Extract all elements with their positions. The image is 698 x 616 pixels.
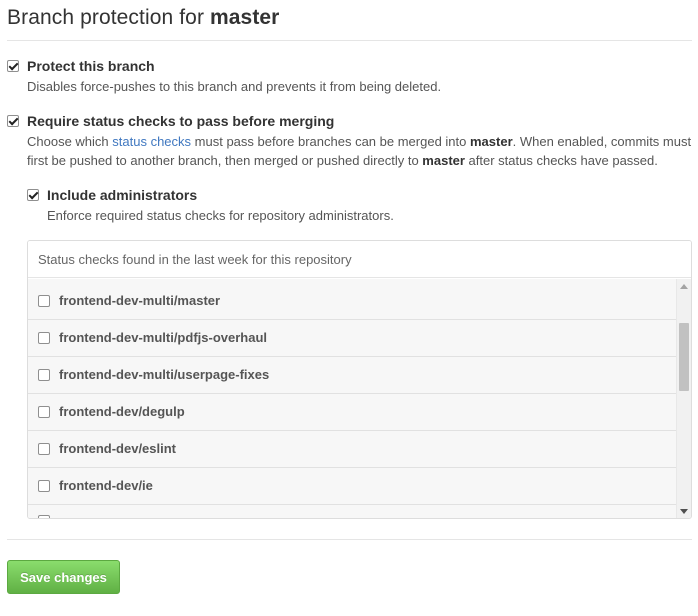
status-check-row[interactable]: frontend-dev-multi/userpage-fixes — [28, 357, 677, 394]
status-check-label: frontend-dev/eslint — [59, 441, 177, 456]
status-check-label: frontend-dev-multi/userpage-fixes — [59, 367, 270, 382]
page-title-prefix: Branch protection for — [7, 6, 205, 29]
status-check-checkbox[interactable] — [38, 443, 50, 455]
require-status-checks-description: Choose which status checks must pass bef… — [27, 132, 693, 170]
scroll-down-arrow-icon[interactable] — [680, 509, 688, 514]
desc-branch-1: master — [469, 134, 513, 149]
status-checks-link[interactable]: status checks — [112, 134, 191, 149]
desc-text-4: after status checks have passed. — [464, 153, 658, 168]
status-check-row[interactable]: frontend-dev/eslint — [28, 431, 677, 468]
status-checks-box-header: Status checks found in the last week for… — [28, 241, 691, 278]
footer-divider — [7, 539, 692, 540]
status-check-row[interactable]: frontend-dev/degulp — [28, 394, 677, 431]
status-checks-scrollbar[interactable] — [676, 279, 691, 518]
page-title: Branch protection for master — [7, 6, 279, 30]
protect-branch-label[interactable]: Protect this branch — [27, 58, 155, 74]
title-divider — [7, 40, 692, 41]
status-check-checkbox[interactable] — [38, 295, 50, 307]
include-admins-checkbox[interactable] — [27, 189, 39, 201]
desc-branch-2: master — [422, 153, 465, 168]
page-title-branch: master — [209, 6, 280, 29]
status-check-row[interactable]: frontend-dev-multi/pdfjs-overhaul — [28, 320, 677, 357]
protect-branch-checkbox[interactable] — [7, 60, 19, 72]
status-check-checkbox[interactable] — [38, 515, 50, 518]
status-check-checkbox[interactable] — [38, 480, 50, 492]
status-check-label: frontend-dev/ie — [59, 478, 153, 493]
require-status-checks-label[interactable]: Require status checks to pass before mer… — [27, 113, 334, 129]
include-admins-description: Enforce required status checks for repos… — [47, 208, 394, 223]
status-check-checkbox[interactable] — [38, 332, 50, 344]
include-admins-label[interactable]: Include administrators — [47, 187, 197, 203]
desc-text-1: Choose which — [27, 134, 113, 149]
scrollbar-thumb[interactable] — [679, 323, 689, 391]
status-check-label: frontend-dev/degulp — [59, 404, 185, 419]
status-check-row[interactable]: frontend-dev-multi/master — [28, 283, 677, 320]
require-status-checks-checkbox[interactable] — [7, 115, 19, 127]
status-check-row[interactable]: frontend-dev/ie — [28, 468, 677, 505]
status-check-checkbox[interactable] — [38, 369, 50, 381]
status-check-label: frontend-dev-multi/pdfjs-overhaul — [59, 330, 267, 345]
status-check-label: frontend-dev-multi/master — [59, 293, 221, 308]
status-check-checkbox[interactable] — [38, 406, 50, 418]
branch-protection-page: Branch protection for master Protect thi… — [0, 0, 698, 616]
status-check-row-partial[interactable] — [28, 505, 677, 518]
scroll-up-arrow-icon[interactable] — [680, 284, 688, 289]
desc-text-2: must pass before branches can be merged … — [191, 134, 470, 149]
protect-branch-description: Disables force-pushes to this branch and… — [27, 79, 442, 94]
status-checks-box: Status checks found in the last week for… — [27, 240, 692, 519]
status-checks-list[interactable]: frontend-dev-multi/master frontend-dev-m… — [28, 279, 677, 518]
save-changes-button[interactable]: Save changes — [7, 560, 120, 594]
